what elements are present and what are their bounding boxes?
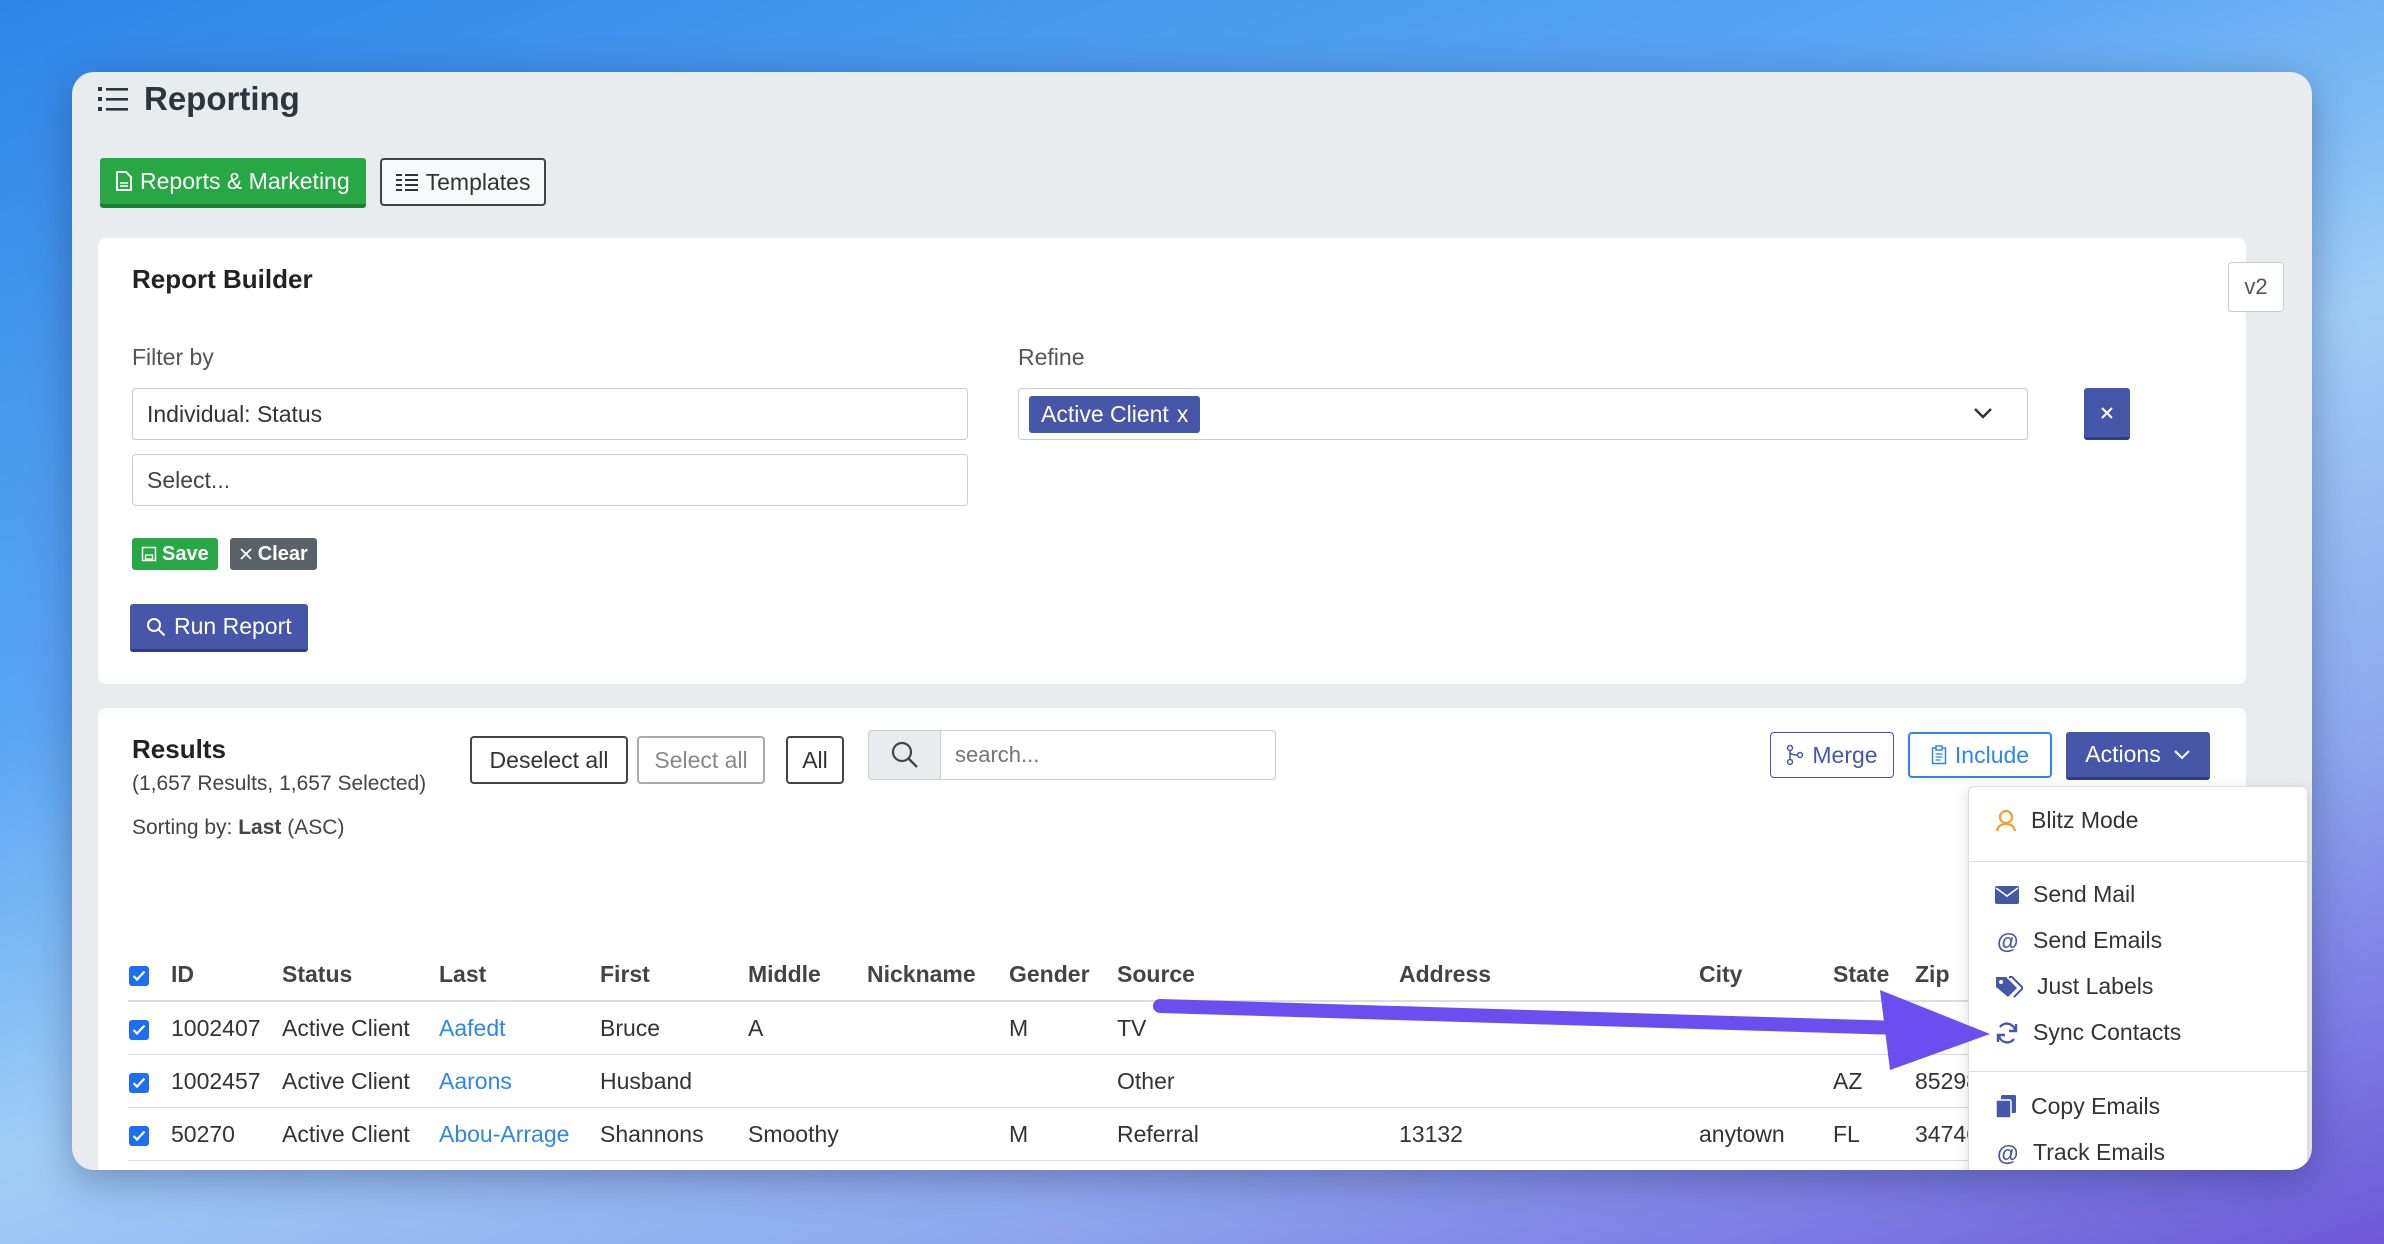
annotation-arrow <box>1153 990 1990 1070</box>
